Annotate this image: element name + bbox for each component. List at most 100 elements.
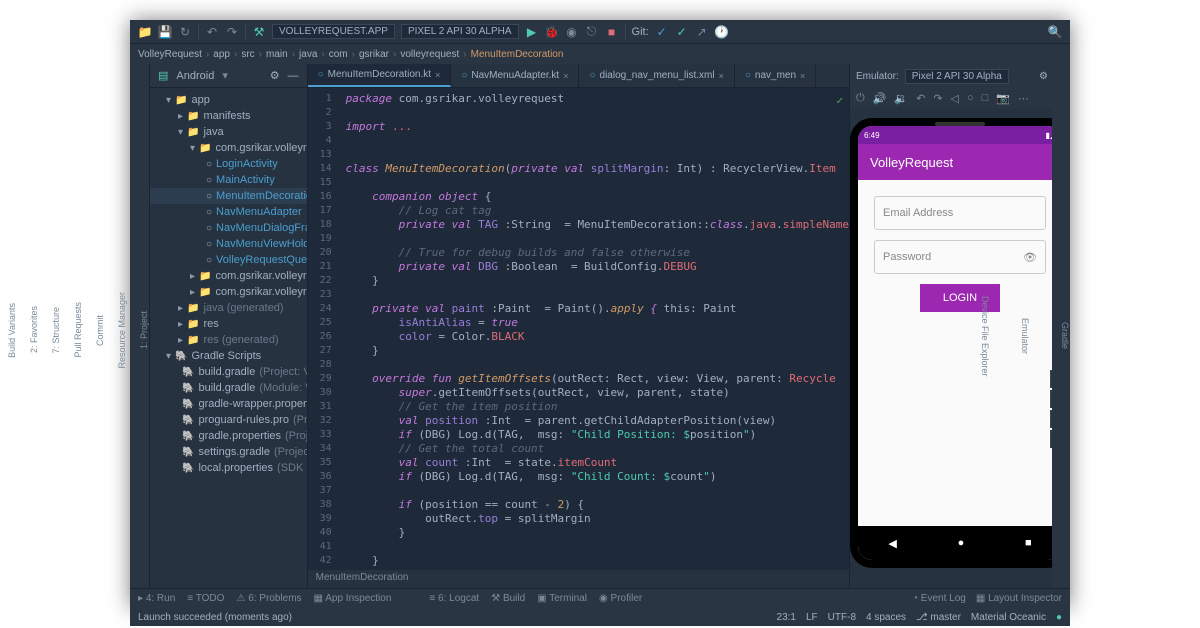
status-msg: Launch succeeded (moments ago) xyxy=(138,612,292,623)
collapse-icon[interactable]: — xyxy=(288,70,299,82)
vcs-history-icon[interactable]: 🕐 xyxy=(715,25,729,39)
tree-item[interactable]: ○MenuItemDecoration xyxy=(150,188,307,204)
screenshot-icon[interactable]: 📷 xyxy=(996,92,1010,105)
vcs-update-icon[interactable]: ✓ xyxy=(655,25,669,39)
tree-item[interactable]: ○LoginActivity xyxy=(150,156,307,172)
close-icon[interactable]: × xyxy=(435,70,440,80)
tree-item[interactable]: 🐘build.gradle (Module: VolleyRequest.app… xyxy=(150,380,307,396)
tool-terminal[interactable]: ▣ Terminal xyxy=(537,593,587,604)
tree-item[interactable]: 🐘proguard-rules.pro (ProGuard Rules for … xyxy=(150,412,307,428)
emu-device[interactable]: Pixel 2 API 30 Alpha xyxy=(905,69,1009,84)
rail-favorites[interactable]: 2: Favorites xyxy=(29,306,39,353)
more-icon[interactable]: ⋯ xyxy=(1018,92,1029,105)
debug-icon[interactable]: 🐞 xyxy=(545,25,559,39)
rail-commit[interactable]: Commit xyxy=(95,315,105,346)
sync-icon[interactable]: ↻ xyxy=(178,25,192,39)
save-icon[interactable]: 💾 xyxy=(158,25,172,39)
tree-item[interactable]: 🐘gradle.properties (Project Properties) xyxy=(150,428,307,444)
rotate-right-icon[interactable]: ↷ xyxy=(933,92,942,105)
tree-item[interactable]: 🐘gradle-wrapper.properties (Gradle Versi… xyxy=(150,396,307,412)
rail-pr[interactable]: Pull Requests xyxy=(73,302,83,358)
tool-build[interactable]: ⚒ Build xyxy=(491,593,525,604)
home-icon[interactable]: ○ xyxy=(967,92,974,104)
search-icon[interactable]: 🔍 xyxy=(1048,25,1062,39)
app-bar: VolleyRequest xyxy=(858,144,1062,180)
tree-item[interactable]: ▸📁res (generated) xyxy=(150,332,307,348)
close-icon[interactable]: × xyxy=(800,71,805,81)
profile-icon[interactable]: ◉ xyxy=(565,25,579,39)
rail-emulator[interactable]: Emulator xyxy=(1020,318,1030,354)
breadcrumb: VolleyRequest› app› src› main› java› com… xyxy=(130,44,1070,64)
vcs-commit-icon[interactable]: ✓ xyxy=(675,25,689,39)
tree-item[interactable]: ▾📁app xyxy=(150,92,307,108)
tree-item[interactable]: ▸📁manifests xyxy=(150,108,307,124)
tree-item[interactable]: ○NavMenuDialogFragment xyxy=(150,220,307,236)
editor-breadcrumb[interactable]: MenuItemDecoration xyxy=(308,570,849,588)
tree-item[interactable]: ▸📁res xyxy=(150,316,307,332)
attach-icon[interactable]: ⎋ xyxy=(585,25,599,39)
editor-tab[interactable]: ○dialog_nav_menu_list.xml× xyxy=(579,64,734,87)
back-icon[interactable]: ◁ xyxy=(951,92,959,105)
password-field[interactable]: Password👁 xyxy=(874,240,1046,274)
tool-problems[interactable]: ⚠ 6: Problems xyxy=(236,593,301,604)
close-icon[interactable]: × xyxy=(563,71,568,81)
tree-item[interactable]: ▾🐘Gradle Scripts xyxy=(150,348,307,364)
tree-item[interactable]: ▾📁com.gsrikar.volleyrequest xyxy=(150,140,307,156)
tree-item[interactable]: ○MainActivity xyxy=(150,172,307,188)
rail-build[interactable]: Build Variants xyxy=(7,303,17,358)
rail-structure[interactable]: 7: Structure xyxy=(51,307,61,354)
tree-item[interactable]: ○NavMenuAdapter xyxy=(150,204,307,220)
nav-back-icon[interactable]: ◀ xyxy=(888,537,896,550)
code-editor[interactable]: ✓package com.gsrikar.volleyrequest impor… xyxy=(338,88,849,570)
project-view[interactable]: Android xyxy=(176,70,214,82)
open-icon[interactable]: 📁 xyxy=(138,25,152,39)
ide-window: 📁 💾 ↻ ↶ ↷ ⚒ VOLLEYREQUEST.APP PIXEL 2 AP… xyxy=(130,20,1070,608)
gear-icon[interactable]: ⚙ xyxy=(1039,71,1048,82)
tool-profiler[interactable]: ◉ Profiler xyxy=(599,593,642,604)
right-tool-rail: Gradle Emulator Device File Explorer xyxy=(1052,64,1070,588)
tree-item[interactable]: ▾📁java xyxy=(150,124,307,140)
tree-item[interactable]: 🐘build.gradle (Project: VolleyRequest) xyxy=(150,364,307,380)
tool-logcat[interactable]: ≡ 6: Logcat xyxy=(429,593,479,604)
tree-item[interactable]: ▸📁com.gsrikar.volleyrequest (test) xyxy=(150,284,307,300)
tool-layout[interactable]: ▦ Layout Inspector xyxy=(976,593,1062,604)
tree-item[interactable]: ▸📁java (generated) xyxy=(150,300,307,316)
rail-device-explorer[interactable]: Device File Explorer xyxy=(980,296,990,377)
run-icon[interactable]: ▶ xyxy=(525,25,539,39)
editor-tab[interactable]: ○NavMenuAdapter.kt× xyxy=(451,64,579,87)
tool-todo[interactable]: ≡ TODO xyxy=(187,593,224,604)
rail-project[interactable]: 1: Project xyxy=(139,311,149,349)
editor-tabs: ○MenuItemDecoration.kt×○NavMenuAdapter.k… xyxy=(308,64,849,88)
hammer-icon[interactable]: ⚒ xyxy=(252,25,266,39)
undo-icon[interactable]: ↶ xyxy=(205,25,219,39)
editor-tab[interactable]: ○MenuItemDecoration.kt× xyxy=(308,64,452,87)
eye-icon[interactable]: 👁 xyxy=(1023,251,1037,264)
stop-icon[interactable]: ■ xyxy=(605,25,619,39)
tree-item[interactable]: ○VolleyRequestQueue xyxy=(150,252,307,268)
nav-home-icon[interactable]: ● xyxy=(958,537,965,549)
power-icon[interactable]: ⏻ xyxy=(856,92,865,105)
nav-recent-icon[interactable]: ■ xyxy=(1025,537,1032,549)
tree-item[interactable]: ▸📁com.gsrikar.volleyrequest (androidTest… xyxy=(150,268,307,284)
rail-gradle[interactable]: Gradle xyxy=(1060,322,1070,349)
tree-item[interactable]: ○NavMenuViewHolder xyxy=(150,236,307,252)
email-field[interactable]: Email Address xyxy=(874,196,1046,230)
left-tool-rail: 1: Project Resource Manager Commit Pull … xyxy=(130,64,150,588)
rail-resource[interactable]: Resource Manager xyxy=(117,292,127,369)
tool-inspection[interactable]: ▦ App Inspection xyxy=(314,593,392,604)
vcs-push-icon[interactable]: ↗ xyxy=(695,25,709,39)
tool-eventlog[interactable]: ◔ Event Log xyxy=(912,593,966,604)
device-dropdown[interactable]: PIXEL 2 API 30 ALPHA xyxy=(401,24,519,39)
rotate-left-icon[interactable]: ↶ xyxy=(916,92,925,105)
close-icon[interactable]: × xyxy=(719,71,724,81)
gear-icon[interactable]: ⚙ xyxy=(270,69,280,82)
tool-run[interactable]: ▸ 4: Run xyxy=(138,593,175,604)
tree-item[interactable]: 🐘settings.gradle (Project Settings) xyxy=(150,444,307,460)
tree-item[interactable]: 🐘local.properties (SDK Location) xyxy=(150,460,307,476)
editor-tab[interactable]: ○nav_men× xyxy=(735,64,816,87)
config-dropdown[interactable]: VOLLEYREQUEST.APP xyxy=(272,24,395,39)
vol-down-icon[interactable]: 🔉 xyxy=(894,92,908,105)
redo-icon[interactable]: ↷ xyxy=(225,25,239,39)
overview-icon[interactable]: □ xyxy=(982,92,989,104)
vol-up-icon[interactable]: 🔊 xyxy=(873,92,887,105)
